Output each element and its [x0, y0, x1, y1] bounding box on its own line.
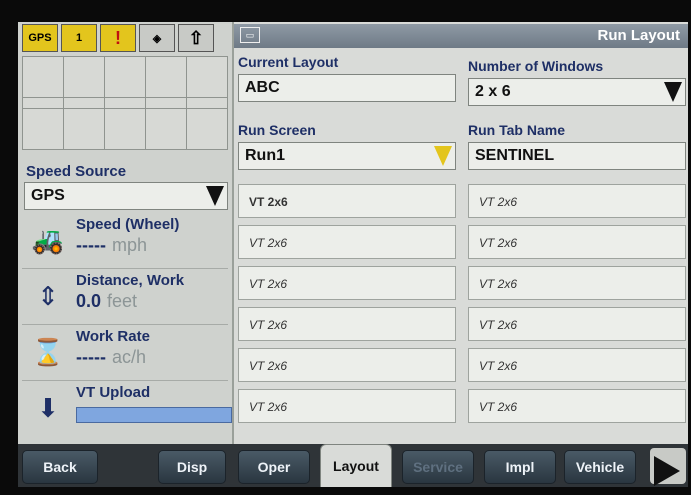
- tab-layout[interactable]: Layout: [320, 444, 392, 487]
- speed-label: Speed (Wheel): [76, 216, 180, 233]
- vt-upload-icon: ⬇: [37, 392, 59, 423]
- tab-impl[interactable]: Impl: [484, 450, 556, 484]
- window-slot-left-1[interactable]: VT 2x6: [238, 184, 456, 218]
- speed-source-value: GPS: [31, 187, 65, 204]
- shortcut-grid-row-2: [22, 108, 228, 150]
- speed-source-label: Speed Source: [26, 163, 127, 180]
- run-screen-value: Run1: [245, 147, 285, 164]
- chevron-down-icon: [434, 146, 452, 166]
- run-tab-name-value: SENTINEL: [475, 147, 555, 164]
- window-slot-left-4[interactable]: VT 2x6: [238, 307, 456, 341]
- counter-label: 1: [75, 32, 83, 44]
- distance-metric[interactable]: ⇕ Distance, Work 0.0 feet: [22, 270, 228, 325]
- window-slot-left-3[interactable]: VT 2x6: [238, 266, 456, 300]
- window-slot-right-4[interactable]: VT 2x6: [468, 307, 686, 341]
- run-tab-name-field[interactable]: SENTINEL: [468, 142, 686, 170]
- vt-upload-metric[interactable]: ⬇ VT Upload: [22, 382, 232, 436]
- alert-icon[interactable]: !: [100, 24, 136, 52]
- gps-label: GPS: [28, 32, 52, 44]
- window-slot-right-1[interactable]: VT 2x6: [468, 184, 686, 218]
- grid-cell[interactable]: [22, 56, 64, 98]
- current-layout-value: ABC: [245, 79, 280, 96]
- tab-disp[interactable]: Disp: [158, 450, 226, 484]
- run-screen-dropdown[interactable]: Run1: [238, 142, 456, 170]
- window-slot-right-3[interactable]: VT 2x6: [468, 266, 686, 300]
- speed-value: ----- mph: [76, 235, 147, 256]
- window-slot-right-5[interactable]: VT 2x6: [468, 348, 686, 382]
- title-bar: ▭ Run Layout: [234, 24, 688, 48]
- grid-cell[interactable]: [104, 56, 146, 98]
- grid-cell[interactable]: [63, 56, 105, 98]
- window-slot-left-2[interactable]: VT 2x6: [238, 225, 456, 259]
- product-icon[interactable]: ◈: [139, 24, 175, 52]
- tab-vehicle[interactable]: Vehicle: [564, 450, 636, 484]
- page-title: Run Layout: [597, 27, 681, 44]
- current-layout-label: Current Layout: [238, 54, 339, 70]
- chevron-down-icon: [206, 186, 224, 206]
- speed-metric[interactable]: 🚜 Speed (Wheel) ----- mph: [22, 214, 228, 269]
- chevron-down-icon: [664, 82, 682, 102]
- up-arrow-icon[interactable]: ⇧: [178, 24, 214, 52]
- work-rate-icon: ⌛: [31, 336, 65, 367]
- current-layout-field[interactable]: ABC: [238, 74, 456, 102]
- vt-upload-progress-bar: [76, 407, 232, 423]
- work-rate-label: Work Rate: [76, 328, 150, 345]
- next-page-button[interactable]: [650, 448, 686, 486]
- status-bar: GPS 1 ! ◈ ⇧: [22, 24, 214, 54]
- left-panel: GPS 1 ! ◈ ⇧ Speed Source GPS 🚜 Speed (Wh…: [18, 22, 234, 444]
- window-slot-right-2[interactable]: VT 2x6: [468, 225, 686, 259]
- distance-label: Distance, Work: [76, 272, 185, 289]
- num-windows-dropdown[interactable]: 2 x 6: [468, 78, 686, 106]
- work-rate-value: ----- ac/h: [76, 347, 146, 368]
- run-screen-label: Run Screen: [238, 122, 316, 138]
- tab-oper[interactable]: Oper: [238, 450, 310, 484]
- distance-number: 0.0: [76, 291, 102, 311]
- window-slot-right-6[interactable]: VT 2x6: [468, 389, 686, 423]
- speed-number: -----: [76, 235, 106, 255]
- display-screen: GPS 1 ! ◈ ⇧ Speed Source GPS 🚜 Speed (Wh…: [18, 22, 688, 487]
- play-arrow-icon: [654, 456, 680, 486]
- grid-cell[interactable]: [186, 108, 228, 150]
- gps-icon[interactable]: GPS: [22, 24, 58, 52]
- vt-upload-label: VT Upload: [76, 384, 151, 401]
- distance-value: 0.0 feet: [76, 291, 137, 312]
- work-rate-number: -----: [76, 347, 106, 367]
- tab-service: Service: [402, 450, 474, 484]
- work-rate-metric[interactable]: ⌛ Work Rate ----- ac/h: [22, 326, 228, 381]
- back-button[interactable]: Back: [22, 450, 98, 484]
- distance-unit: feet: [107, 291, 138, 311]
- run-tab-name-label: Run Tab Name: [468, 122, 565, 138]
- counter-icon[interactable]: 1: [61, 24, 97, 52]
- speed-unit: mph: [111, 235, 147, 255]
- grid-cell[interactable]: [104, 108, 146, 150]
- bottom-tab-bar: Back Disp Oper Layout Service Impl Vehic…: [18, 444, 688, 487]
- distance-icon: ⇕: [37, 280, 59, 311]
- grid-cell[interactable]: [186, 56, 228, 98]
- num-windows-value: 2 x 6: [475, 83, 511, 100]
- grid-cell[interactable]: [145, 56, 187, 98]
- window-slot-left-6[interactable]: VT 2x6: [238, 389, 456, 423]
- tractor-icon: 🚜: [31, 224, 65, 255]
- grid-cell[interactable]: [63, 108, 105, 150]
- grid-cell[interactable]: [145, 108, 187, 150]
- window-slot-left-5[interactable]: VT 2x6: [238, 348, 456, 382]
- run-layout-panel: ▭ Run Layout Current Layout ABC Number o…: [234, 22, 688, 444]
- num-windows-label: Number of Windows: [468, 58, 604, 74]
- window-icon: ▭: [240, 27, 260, 43]
- work-rate-unit: ac/h: [111, 347, 147, 367]
- speed-source-dropdown[interactable]: GPS: [24, 182, 228, 210]
- grid-cell[interactable]: [22, 108, 64, 150]
